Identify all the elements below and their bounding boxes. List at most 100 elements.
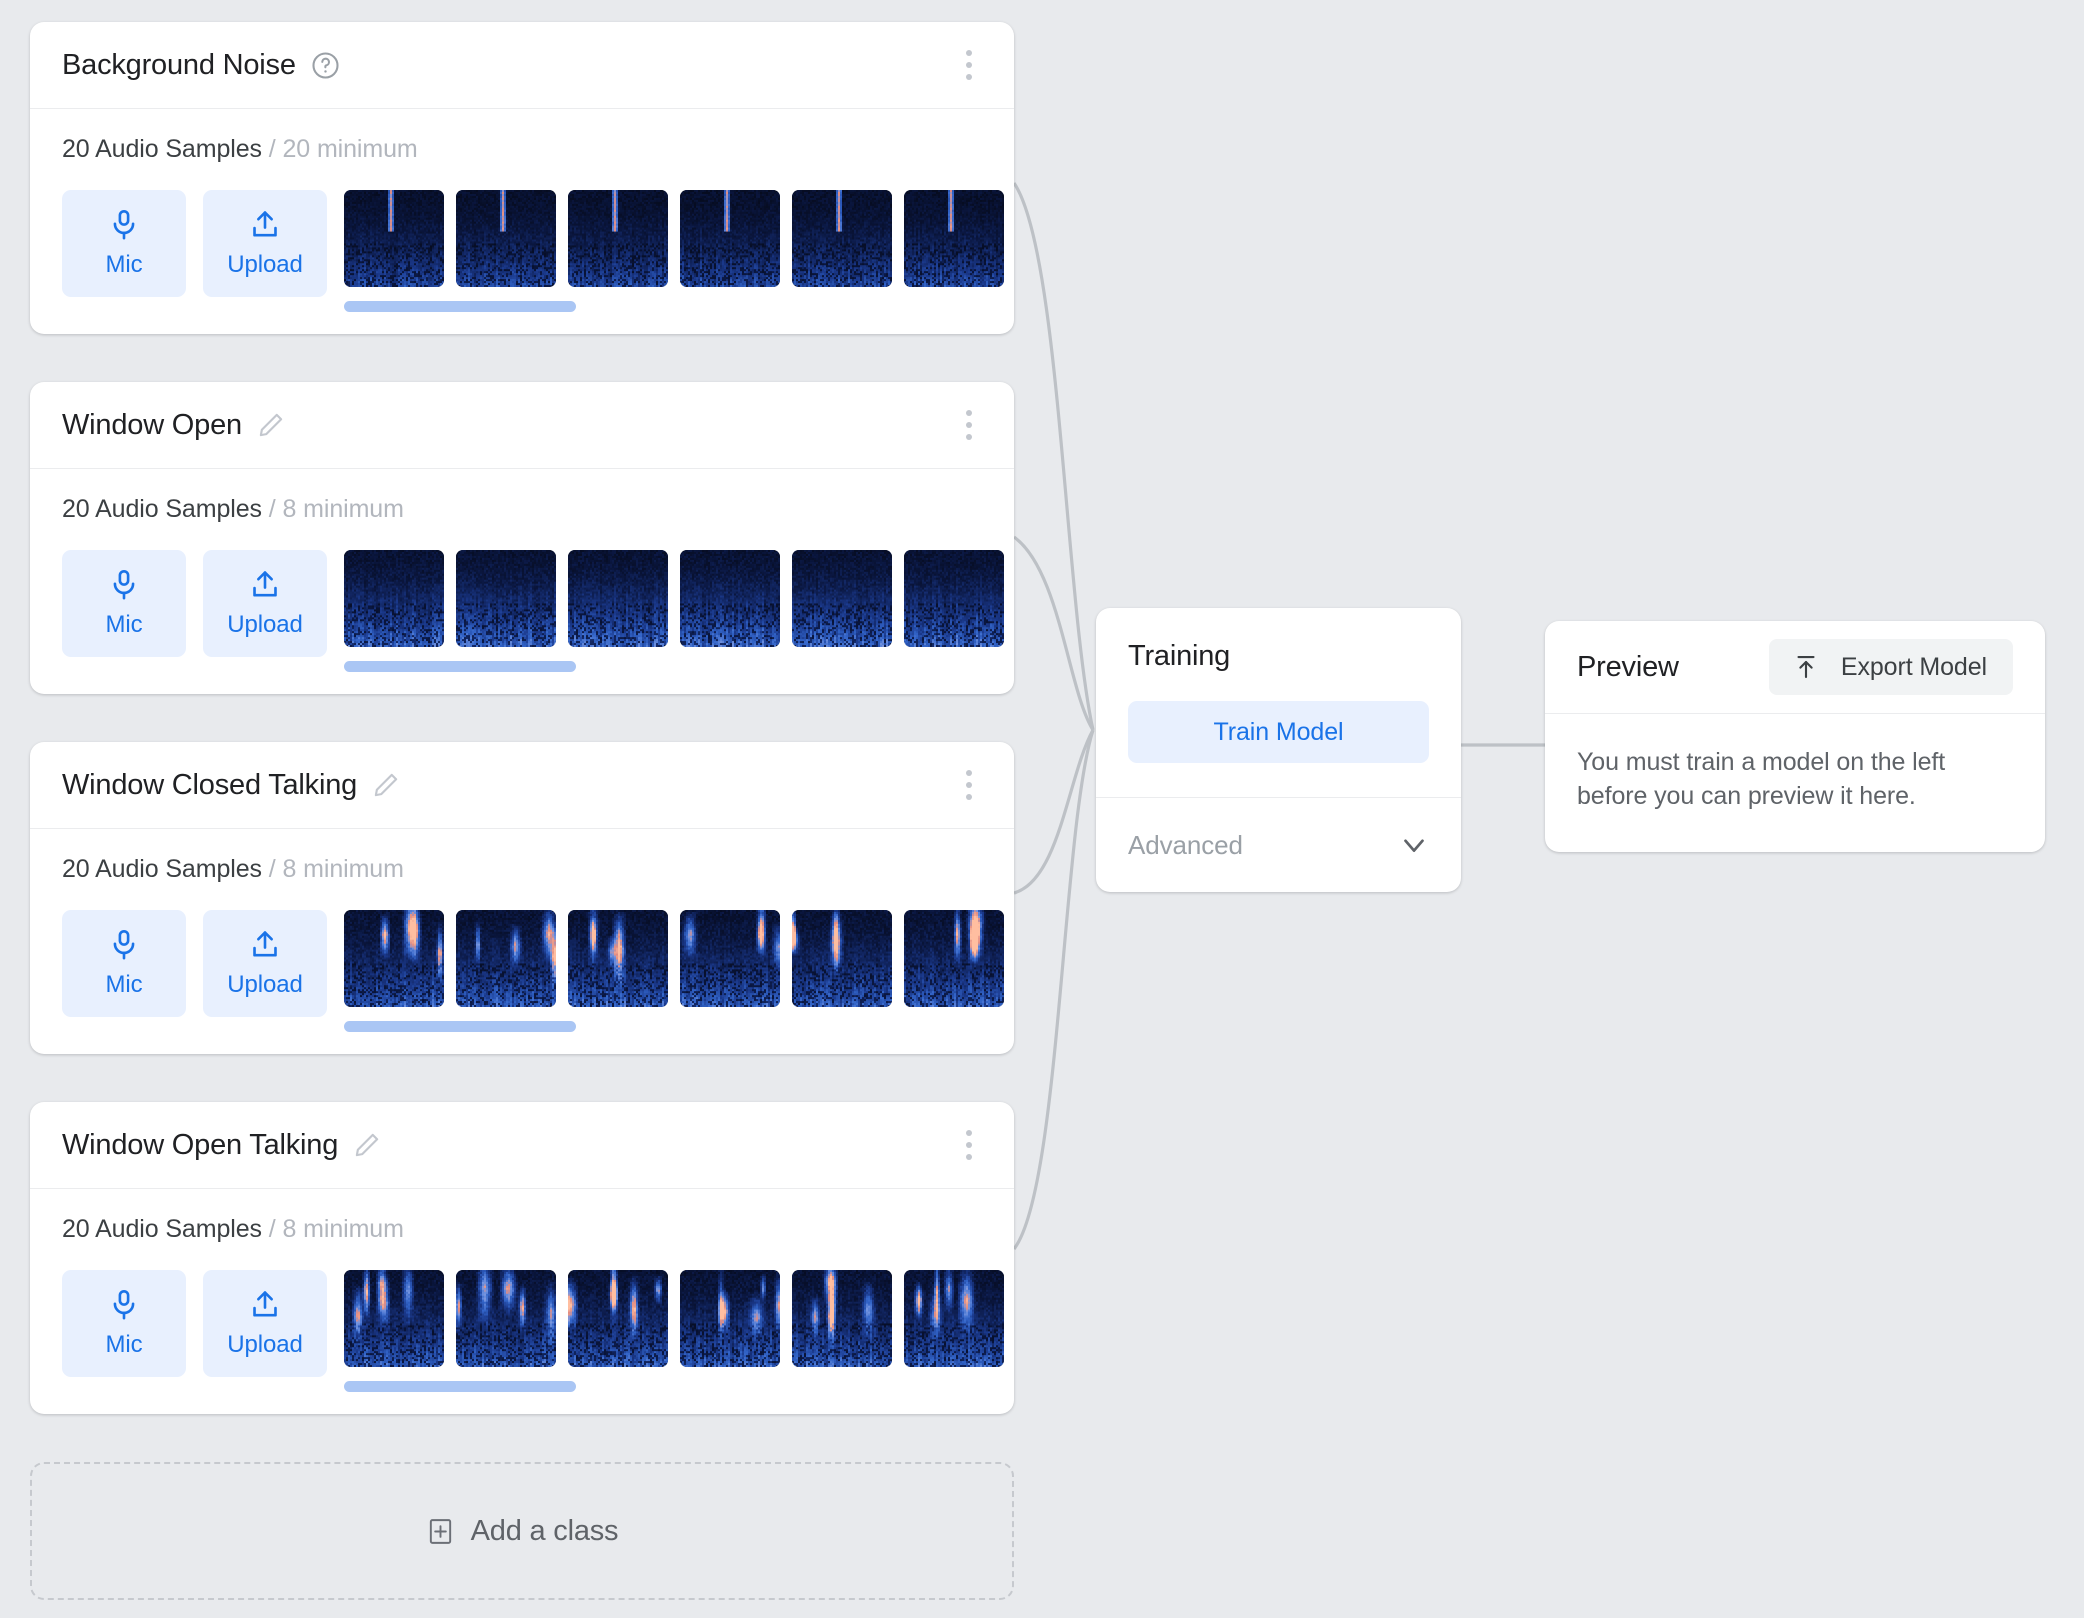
spectrogram-canvas: [792, 910, 892, 1007]
sample-spectrogram-thumbnail[interactable]: [456, 550, 556, 647]
spectrogram-canvas: [456, 550, 556, 647]
sample-spectrogram-thumbnail[interactable]: [680, 550, 780, 647]
pencil-edit-icon[interactable]: [371, 770, 401, 800]
sample-thumbnail-scroller[interactable]: [344, 910, 1014, 1032]
sample-thumbnail-scroller[interactable]: [344, 550, 1014, 672]
train-model-button[interactable]: Train Model: [1128, 701, 1429, 763]
sample-spectrogram-thumbnail[interactable]: [680, 910, 780, 1007]
export-upload-icon: [1791, 652, 1821, 682]
thumbnail-scrollbar-track[interactable]: [344, 1021, 1014, 1032]
mic-record-button[interactable]: Mic: [62, 910, 186, 1017]
sample-count: 20 Audio Samples: [62, 1215, 262, 1243]
spectrogram-canvas: [344, 190, 444, 287]
sample-spectrogram-thumbnail[interactable]: [344, 190, 444, 287]
microphone-icon: [107, 928, 141, 962]
sample-thumbnail-scroller[interactable]: [344, 1270, 1014, 1392]
sample-spectrogram-thumbnail[interactable]: [568, 550, 668, 647]
workspace-canvas: Background Noise 20 Audio Samples / 20 mi…: [0, 0, 2084, 1618]
sample-spectrogram-thumbnail[interactable]: [344, 1270, 444, 1367]
thumbnail-scrollbar-thumb[interactable]: [344, 1021, 576, 1032]
class-title: Window Open Talking: [62, 1128, 339, 1161]
preview-body: You must train a model on the left befor…: [1545, 714, 2045, 852]
export-model-button[interactable]: Export Model: [1768, 639, 2013, 695]
thumbnail-scrollbar-track[interactable]: [344, 301, 1014, 312]
more-vertical-icon[interactable]: [952, 1125, 986, 1165]
add-class-button[interactable]: Add a class: [30, 1462, 1014, 1600]
sample-spectrogram-thumbnail[interactable]: [456, 1270, 556, 1367]
help-circle-icon[interactable]: [310, 50, 341, 81]
sample-minimum: / 8 minimum: [268, 855, 404, 883]
spectrogram-canvas: [568, 550, 668, 647]
upload-samples-button[interactable]: Upload: [203, 910, 327, 1017]
thumbnail-scrollbar-track[interactable]: [344, 1381, 1014, 1392]
spectrogram-canvas: [904, 190, 1004, 287]
sample-spectrogram-thumbnail[interactable]: [792, 190, 892, 287]
spectrogram-canvas: [344, 550, 444, 647]
mic-record-button[interactable]: Mic: [62, 550, 186, 657]
sample-spectrogram-thumbnail[interactable]: [456, 910, 556, 1007]
sample-spectrogram-thumbnail[interactable]: [568, 1270, 668, 1367]
upload-samples-button[interactable]: Upload: [203, 1270, 327, 1377]
class-card-body: 20 Audio Samples / 8 minimum Mic Upload: [30, 1189, 1014, 1414]
mic-label: Mic: [105, 251, 143, 278]
sample-spectrogram-thumbnail[interactable]: [568, 190, 668, 287]
sample-spectrogram-thumbnail[interactable]: [904, 550, 1004, 647]
thumbnail-scrollbar-thumb[interactable]: [344, 661, 576, 672]
sample-thumbnail-scroller[interactable]: [344, 190, 1014, 312]
class-card-body: 20 Audio Samples / 8 minimum Mic Upload: [30, 469, 1014, 694]
upload-label: Upload: [227, 251, 303, 278]
more-vertical-icon[interactable]: [952, 765, 986, 805]
upload-samples-button[interactable]: Upload: [203, 190, 327, 297]
thumbnail-scrollbar-track[interactable]: [344, 661, 1014, 672]
class-card-body: 20 Audio Samples / 8 minimum Mic Upload: [30, 829, 1014, 1054]
mic-record-button[interactable]: Mic: [62, 1270, 186, 1377]
spectrogram-canvas: [680, 550, 780, 647]
microphone-icon: [107, 208, 141, 242]
mic-record-button[interactable]: Mic: [62, 190, 186, 297]
sample-spectrogram-thumbnail[interactable]: [792, 550, 892, 647]
spectrogram-canvas: [568, 190, 668, 287]
more-vertical-icon[interactable]: [952, 45, 986, 85]
preview-title: Preview: [1577, 650, 1679, 683]
spectrogram-canvas: [904, 910, 1004, 1007]
spectrogram-canvas: [680, 910, 780, 1007]
sample-input-row: Mic Upload: [30, 524, 1014, 672]
class-card: Window Closed Talking 20 Audio Samples / …: [30, 742, 1014, 1054]
spectrogram-canvas: [344, 1270, 444, 1367]
sample-spectrogram-thumbnail[interactable]: [792, 910, 892, 1007]
sample-spectrogram-thumbnail[interactable]: [344, 550, 444, 647]
thumbnail-scrollbar-thumb[interactable]: [344, 301, 576, 312]
sample-spectrogram-thumbnail[interactable]: [680, 1270, 780, 1367]
preview-panel: Preview Export Model You must train a mo…: [1545, 621, 2045, 852]
mic-label: Mic: [105, 971, 143, 998]
sample-spectrogram-thumbnail[interactable]: [904, 190, 1004, 287]
upload-label: Upload: [227, 971, 303, 998]
advanced-settings-toggle[interactable]: Advanced: [1096, 798, 1461, 892]
pencil-edit-icon[interactable]: [352, 1130, 382, 1160]
sample-thumbnail-strip: [344, 190, 1014, 287]
training-title: Training: [1128, 640, 1231, 672]
mic-label: Mic: [105, 611, 143, 638]
class-card-header: Background Noise: [30, 22, 1014, 109]
spectrogram-canvas: [456, 910, 556, 1007]
sample-spectrogram-thumbnail[interactable]: [344, 910, 444, 1007]
pencil-edit-icon[interactable]: [256, 410, 286, 440]
more-vertical-icon[interactable]: [952, 405, 986, 445]
upload-label: Upload: [227, 1331, 303, 1358]
thumbnail-scrollbar-thumb[interactable]: [344, 1381, 576, 1392]
sample-count: 20 Audio Samples: [62, 495, 262, 523]
sample-spectrogram-thumbnail[interactable]: [792, 1270, 892, 1367]
sample-spectrogram-thumbnail[interactable]: [904, 1270, 1004, 1367]
upload-label: Upload: [227, 611, 303, 638]
sample-spectrogram-thumbnail[interactable]: [904, 910, 1004, 1007]
sample-spectrogram-thumbnail[interactable]: [568, 910, 668, 1007]
upload-samples-button[interactable]: Upload: [203, 550, 327, 657]
preview-empty-message: You must train a model on the left befor…: [1577, 748, 1946, 810]
sample-spectrogram-thumbnail[interactable]: [680, 190, 780, 287]
sample-thumbnail-strip: [344, 1270, 1014, 1367]
sample-spectrogram-thumbnail[interactable]: [456, 190, 556, 287]
